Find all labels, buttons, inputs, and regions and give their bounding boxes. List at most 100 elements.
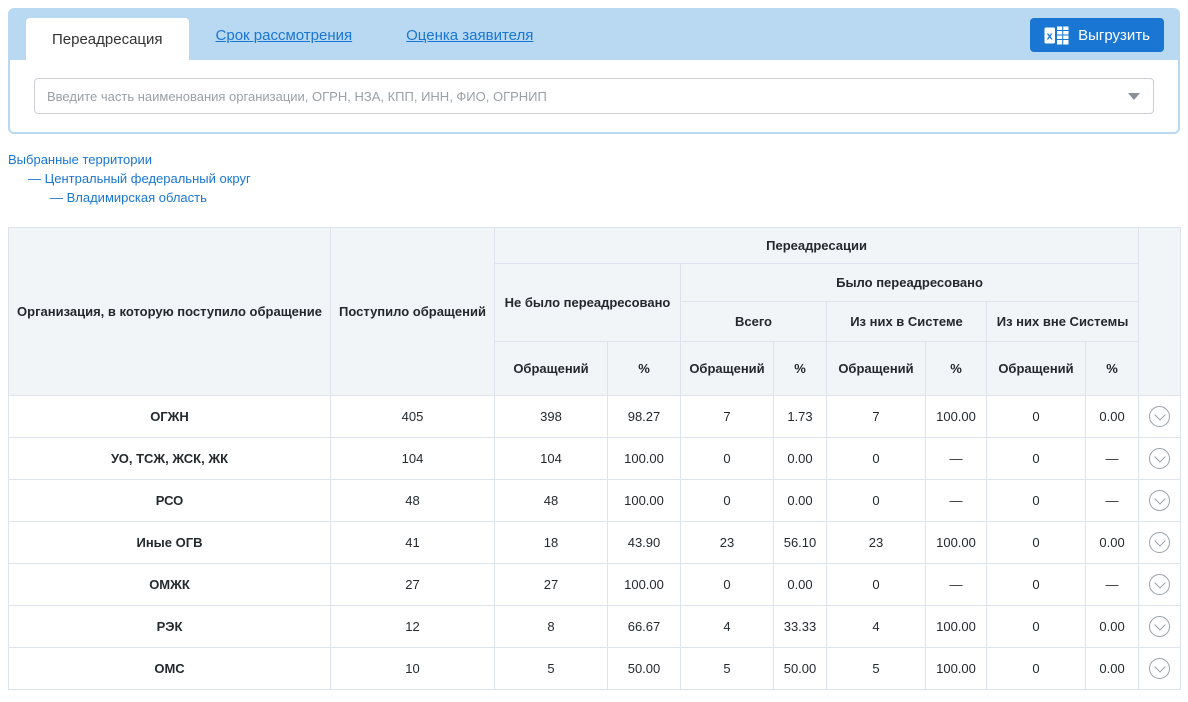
value-cell: 23 xyxy=(681,522,774,564)
page: Переадресация Срок рассмотрения Оценка з… xyxy=(0,0,1188,698)
org-name-cell: РСО xyxy=(9,480,331,522)
column-header-percent: % xyxy=(1086,342,1139,396)
tab-bar: Переадресация Срок рассмотрения Оценка з… xyxy=(10,10,1178,60)
column-header-appeals: Обращений xyxy=(495,342,608,396)
value-cell: — xyxy=(1086,480,1139,522)
value-cell: 1.73 xyxy=(774,396,827,438)
column-header-appeals: Обращений xyxy=(681,342,774,396)
value-cell: 33.33 xyxy=(774,606,827,648)
column-group-in-system: Из них в Системе xyxy=(827,302,987,342)
table-row: ОГЖН 405 398 98.27 7 1.73 7 100.00 0 0.0… xyxy=(9,396,1181,438)
territory-link-region[interactable]: — Владимирская область xyxy=(50,189,1180,207)
table-row: ОМС 10 5 50.00 5 50.00 5 100.00 0 0.00 xyxy=(9,648,1181,690)
actions-cell xyxy=(1139,522,1181,564)
value-cell: 0 xyxy=(681,438,774,480)
value-cell: 7 xyxy=(827,396,926,438)
table-row: ОМЖК 27 27 100.00 0 0.00 0 — 0 — xyxy=(9,564,1181,606)
value-cell: 5 xyxy=(827,648,926,690)
export-button[interactable]: x Выгрузить xyxy=(1030,18,1164,52)
org-name-cell: РЭК xyxy=(9,606,331,648)
value-cell: 98.27 xyxy=(608,396,681,438)
value-cell: 0 xyxy=(681,480,774,522)
dropdown-arrow-icon[interactable] xyxy=(1128,93,1140,100)
actions-cell xyxy=(1139,606,1181,648)
territories-title: Выбранные территории xyxy=(8,151,1180,169)
value-cell: 5 xyxy=(495,648,608,690)
expand-row-button[interactable] xyxy=(1149,532,1170,553)
value-cell: 0 xyxy=(681,564,774,606)
value-cell: 0.00 xyxy=(774,480,827,522)
value-cell: 41 xyxy=(331,522,495,564)
column-group-out-system: Из них вне Системы xyxy=(987,302,1139,342)
org-name-cell: Иные ОГВ xyxy=(9,522,331,564)
value-cell: 0 xyxy=(987,522,1086,564)
value-cell: 0.00 xyxy=(774,564,827,606)
value-cell: 27 xyxy=(331,564,495,606)
table-row: Иные ОГВ 41 18 43.90 23 56.10 23 100.00 … xyxy=(9,522,1181,564)
expand-row-button[interactable] xyxy=(1149,658,1170,679)
expand-row-button[interactable] xyxy=(1149,574,1170,595)
expand-row-button[interactable] xyxy=(1149,616,1170,637)
value-cell: 0.00 xyxy=(1086,522,1139,564)
value-cell: 0.00 xyxy=(1086,396,1139,438)
column-group-not-redirected: Не было переадресовано xyxy=(495,264,681,342)
value-cell: — xyxy=(1086,564,1139,606)
column-header-percent: % xyxy=(774,342,827,396)
tab-srok-rassmotreniya[interactable]: Срок рассмотрения xyxy=(216,27,353,44)
value-cell: — xyxy=(1086,438,1139,480)
value-cell: 8 xyxy=(495,606,608,648)
table-row: УО, ТСЖ, ЖСК, ЖК 104 104 100.00 0 0.00 0… xyxy=(9,438,1181,480)
value-cell: 398 xyxy=(495,396,608,438)
excel-icon: x xyxy=(1044,26,1069,45)
org-name-cell: ОМС xyxy=(9,648,331,690)
value-cell: 43.90 xyxy=(608,522,681,564)
territory-link-federal-district[interactable]: — Центральный федеральный округ xyxy=(28,170,1180,188)
column-header-percent: % xyxy=(926,342,987,396)
column-header-appeals: Обращений xyxy=(987,342,1086,396)
column-header-appeals: Обращений xyxy=(827,342,926,396)
value-cell: 5 xyxy=(681,648,774,690)
value-cell: 0 xyxy=(987,606,1086,648)
value-cell: 23 xyxy=(827,522,926,564)
value-cell: 100.00 xyxy=(926,396,987,438)
value-cell: 48 xyxy=(331,480,495,522)
redirections-table: Организация, в которую поступило обращен… xyxy=(8,227,1181,690)
value-cell: 50.00 xyxy=(608,648,681,690)
tab-ocenka-zayavitelya[interactable]: Оценка заявителя xyxy=(406,27,533,44)
value-cell: 100.00 xyxy=(608,438,681,480)
expand-row-button[interactable] xyxy=(1149,406,1170,427)
actions-column-header xyxy=(1139,228,1181,396)
column-group-redirections: Переадресации xyxy=(495,228,1139,264)
column-header-percent: % xyxy=(608,342,681,396)
expand-row-button[interactable] xyxy=(1149,490,1170,511)
value-cell: 7 xyxy=(681,396,774,438)
expand-row-button[interactable] xyxy=(1149,448,1170,469)
value-cell: — xyxy=(926,480,987,522)
value-cell: 66.67 xyxy=(608,606,681,648)
value-cell: 0 xyxy=(987,438,1086,480)
actions-cell xyxy=(1139,396,1181,438)
actions-cell xyxy=(1139,564,1181,606)
value-cell: — xyxy=(926,438,987,480)
tab-pereadresaciya[interactable]: Переадресация xyxy=(26,18,189,60)
value-cell: 10 xyxy=(331,648,495,690)
selected-territories: Выбранные территории — Центральный федер… xyxy=(8,151,1180,207)
value-cell: 50.00 xyxy=(774,648,827,690)
value-cell: 100.00 xyxy=(926,522,987,564)
value-cell: 405 xyxy=(331,396,495,438)
value-cell: 104 xyxy=(331,438,495,480)
value-cell: 100.00 xyxy=(608,564,681,606)
value-cell: 104 xyxy=(495,438,608,480)
org-name-cell: ОМЖК xyxy=(9,564,331,606)
column-header-organization: Организация, в которую поступило обращен… xyxy=(9,228,331,396)
organization-search xyxy=(34,78,1154,114)
filter-panel: Переадресация Срок рассмотрения Оценка з… xyxy=(8,8,1180,134)
search-area xyxy=(10,60,1178,132)
value-cell: 48 xyxy=(495,480,608,522)
value-cell: — xyxy=(926,564,987,606)
column-group-total: Всего xyxy=(681,302,827,342)
search-input[interactable] xyxy=(35,79,1153,113)
value-cell: 100.00 xyxy=(926,606,987,648)
value-cell: 4 xyxy=(681,606,774,648)
value-cell: 100.00 xyxy=(926,648,987,690)
